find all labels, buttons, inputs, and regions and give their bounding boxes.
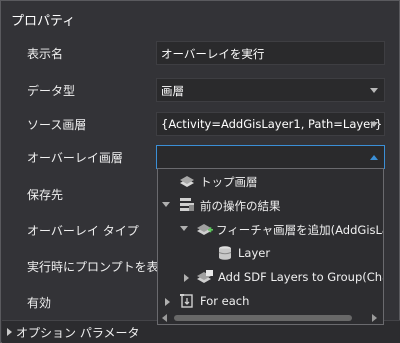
- tree-item-label: 前の操作の結果: [200, 199, 281, 213]
- display-name-input[interactable]: オーバーレイを実行: [156, 41, 385, 65]
- tree-item-add-feature-layer[interactable]: フィーチャ画層を追加(AddGisLayer1): [158, 219, 383, 241]
- tree-item-layer[interactable]: Layer: [158, 243, 383, 265]
- chevron-right-icon: [7, 328, 12, 336]
- data-type-value: 画層: [161, 84, 184, 98]
- tree-item-add-sdf-layers[interactable]: Add SDF Layers to Group(Change: [158, 267, 383, 289]
- data-type-dropdown[interactable]: 画層: [156, 78, 385, 102]
- optional-parameters-label: オプション パラメータ: [16, 326, 140, 340]
- expand-down-icon[interactable]: [180, 226, 188, 231]
- tree-item-label: Add SDF Layers to Group(Change: [218, 270, 383, 284]
- chevron-up-icon: [370, 155, 378, 160]
- activity-results-icon: [180, 198, 194, 211]
- panel-title: プロパティ: [11, 14, 76, 29]
- data-type-label: データ型: [27, 84, 76, 98]
- row-display-name: 表示名 オーバーレイを実行: [1, 38, 399, 68]
- expand-right-icon[interactable]: [165, 298, 170, 306]
- scroll-left-icon[interactable]: [162, 314, 167, 322]
- layer-stack-icon: [180, 176, 194, 187]
- row-source-layer: ソース画層 {Activity=AddGisLayer1, Path=Layer…: [1, 109, 399, 139]
- add-sdf-layer-icon: [197, 270, 213, 283]
- source-layer-label: ソース画層: [27, 118, 87, 132]
- scrollbar-thumb[interactable]: [174, 315, 352, 321]
- overlay-layer-dropdown[interactable]: [156, 145, 385, 169]
- chevron-down-icon: [370, 88, 378, 93]
- add-layer-icon: [197, 224, 213, 235]
- tree-item-label: For each: [200, 294, 250, 308]
- tree-item-label: トップ画層: [200, 175, 258, 189]
- tree-item-for-each[interactable]: For each: [158, 291, 383, 313]
- scroll-right-icon[interactable]: [372, 314, 377, 322]
- tree-item-label: フィーチャ画層を追加(AddGisLayer1): [216, 223, 383, 237]
- display-name-label: 表示名: [27, 47, 64, 61]
- prompt-at-runtime-label: 実行時にプロンプトを表示: [27, 260, 171, 274]
- source-layer-dropdown[interactable]: {Activity=AddGisLayer1, Path=Layer}: [156, 112, 385, 136]
- horizontal-scrollbar[interactable]: [158, 312, 383, 324]
- save-destination-label: 保存先: [27, 188, 64, 202]
- expand-down-icon[interactable]: [162, 202, 170, 207]
- for-each-icon: [180, 294, 193, 308]
- enabled-label: 有効: [27, 296, 52, 310]
- overlay-type-label: オーバーレイ タイプ: [27, 224, 139, 238]
- overlay-layer-popup: トップ画層 前の操作の結果 フィーチャ画層を追加(AddGisLayer1) L…: [157, 168, 384, 325]
- row-data-type: データ型 画層: [1, 75, 399, 105]
- chevron-down-icon: [370, 122, 378, 127]
- expand-right-icon[interactable]: [184, 274, 189, 282]
- tree-item-previous-results[interactable]: 前の操作の結果: [158, 195, 383, 217]
- source-layer-value: {Activity=AddGisLayer1, Path=Layer}: [161, 117, 383, 131]
- tree-item-top-layer[interactable]: トップ画層: [158, 171, 383, 193]
- tree-item-label: Layer: [238, 246, 271, 260]
- overlay-layer-label: オーバーレイ画層: [27, 151, 123, 165]
- database-icon: [218, 246, 232, 260]
